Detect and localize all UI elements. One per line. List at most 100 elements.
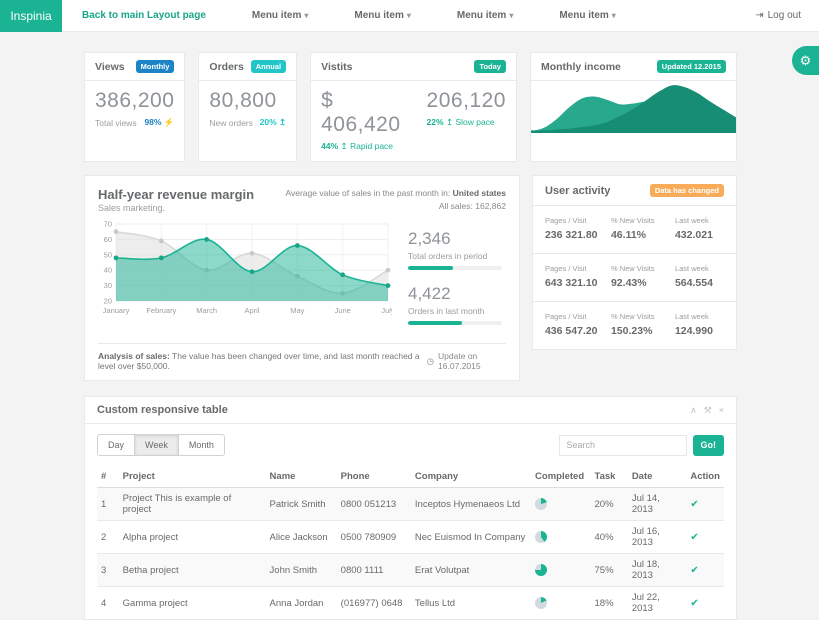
visits-left-delta: 44% ↥ Rapid pace — [321, 141, 400, 152]
visits-widget: Vistits Today $ 406,420 44% ↥ Rapid pace… — [310, 52, 517, 162]
cell-phone: 0800 1111 — [337, 554, 411, 587]
views-widget-header: Views Monthly — [85, 53, 184, 81]
bolt-icon: ⚡ — [164, 117, 175, 127]
all-sales-value: All sales: 162,862 — [439, 201, 506, 211]
search-input[interactable] — [559, 435, 687, 456]
view-switcher: Day Week Month — [97, 434, 225, 456]
new-visits-label: % New Visits — [611, 264, 675, 273]
back-to-layout-link[interactable]: Back to main Layout page — [82, 10, 206, 21]
last-week-value: 432.021 — [675, 229, 724, 241]
svg-text:March: March — [196, 306, 217, 315]
visits-right-delta: 22% ↥ Slow pace — [427, 117, 506, 128]
svg-text:April: April — [244, 306, 259, 315]
last-week-label: Last week — [675, 312, 724, 321]
wrench-icon[interactable]: ⚒ — [704, 405, 712, 416]
search-group: Go! — [559, 435, 725, 456]
check-icon[interactable]: ✔ — [690, 532, 698, 543]
completion-pie-icon — [535, 531, 547, 543]
svg-text:February: February — [146, 306, 176, 315]
svg-text:20: 20 — [104, 297, 112, 306]
views-label: Total views — [95, 118, 137, 128]
menu-item-3[interactable]: Menu item▾ — [457, 10, 513, 21]
pages-visit-value: 436 547.20 — [545, 325, 611, 337]
revenue-side-stats: 2,346 Total orders in period 4,422 Order… — [392, 219, 506, 339]
table-row: 3 Betha project John Smith 0800 1111 Era… — [97, 554, 724, 587]
last-week-value: 564.554 — [675, 277, 724, 289]
table-controls: Day Week Month Go! — [97, 434, 724, 456]
svg-text:May: May — [290, 306, 304, 315]
cell-project: Project This is example of project — [119, 488, 266, 521]
projects-table: # Project Name Phone Company Completed T… — [97, 466, 724, 619]
visits-title: Vistits — [321, 61, 352, 73]
orders-widget-body: 80,800 New orders 20% ↥ — [199, 81, 296, 137]
orders-badge: Annual — [251, 60, 286, 73]
orders-title: Orders — [209, 61, 243, 73]
views-value: 386,200 — [95, 89, 174, 113]
week-button[interactable]: Week — [134, 434, 179, 456]
income-widget-header: Monthly income Updated 12.2015 — [531, 53, 736, 81]
page-content: Views Monthly 386,200 Total views 98% ⚡ … — [0, 32, 819, 620]
cell-task: 40% — [591, 521, 628, 554]
clock-icon: ◷ — [427, 356, 434, 367]
update-timestamp: ◷Update on 16.07.2015 — [427, 351, 506, 371]
logout-button[interactable]: ⇥ Log out — [755, 10, 801, 21]
menu-item-2[interactable]: Menu item▾ — [354, 10, 410, 21]
collapse-icon[interactable]: ∧ — [690, 405, 697, 416]
cell-completed — [531, 488, 590, 521]
top-navbar: Inspinia Back to main Layout page Menu i… — [0, 0, 819, 32]
sign-out-icon: ⇥ — [755, 10, 763, 21]
last-week-value: 124.990 — [675, 325, 724, 337]
svg-text:50: 50 — [104, 250, 112, 259]
brand-logo[interactable]: Inspinia — [0, 0, 62, 32]
go-button[interactable]: Go! — [693, 435, 725, 456]
chevron-down-icon: ▾ — [407, 11, 411, 20]
level-up-icon: ↥ — [446, 117, 453, 127]
analysis-text: Analysis of sales: The value has been ch… — [98, 351, 427, 371]
cell-company: Erat Volutpat — [411, 554, 531, 587]
table-panel-header: Custom responsive table ∧ ⚒ × — [85, 397, 736, 424]
orders-in-period-label: Total orders in period — [408, 251, 502, 261]
menu-item-4[interactable]: Menu item▾ — [559, 10, 615, 21]
check-icon[interactable]: ✔ — [690, 499, 698, 510]
user-activity-title: User activity — [545, 185, 610, 197]
pages-visit-value: 236 321.80 — [545, 229, 611, 241]
svg-text:40: 40 — [104, 266, 112, 275]
cell-phone: (016977) 0648 — [337, 587, 411, 620]
orders-value: 80,800 — [209, 89, 286, 113]
menu-item-label: Menu item — [457, 10, 506, 21]
level-up-icon: ↥ — [279, 117, 286, 127]
check-icon[interactable]: ✔ — [690, 565, 698, 576]
user-activity-row: Pages / Visit236 321.80 % New Visits46.1… — [533, 206, 736, 254]
orders-last-month-value: 4,422 — [408, 284, 502, 304]
close-icon[interactable]: × — [719, 405, 724, 416]
menu-item-1[interactable]: Menu item▾ — [252, 10, 308, 21]
cell-date: Jul 22, 2013 — [628, 587, 687, 620]
revenue-note: Average value of sales in the past month… — [285, 187, 506, 213]
svg-text:January: January — [103, 306, 130, 315]
col-project: Project — [119, 466, 266, 488]
col-task: Task — [591, 466, 628, 488]
day-button[interactable]: Day — [97, 434, 135, 456]
completion-pie-icon — [535, 564, 547, 576]
visits-badge: Today — [474, 60, 506, 73]
views-widget-body: 386,200 Total views 98% ⚡ — [85, 81, 184, 137]
check-icon[interactable]: ✔ — [690, 598, 698, 609]
cell-project: Betha project — [119, 554, 266, 587]
visits-widget-header: Vistits Today — [311, 53, 516, 81]
table-panel-title: Custom responsive table — [97, 404, 228, 416]
theme-config-button[interactable]: ⚙ — [792, 46, 819, 75]
orders-delta: 20% ↥ — [260, 117, 287, 128]
cell-phone: 0800 051213 — [337, 488, 411, 521]
col-num: # — [97, 466, 119, 488]
visits-left-value: $ 406,420 — [321, 89, 400, 137]
cell-company: Nec Euismod In Company — [411, 521, 531, 554]
month-button[interactable]: Month — [178, 434, 225, 456]
new-visits-value: 46.11% — [611, 229, 675, 241]
last-week-label: Last week — [675, 216, 724, 225]
income-badge: Updated 12.2015 — [657, 60, 726, 73]
last-week-label: Last week — [675, 264, 724, 273]
menu-item-label: Menu item — [559, 10, 608, 21]
cell-date: Jul 14, 2013 — [628, 488, 687, 521]
visits-right-stat: 206,120 22% ↥ Slow pace — [427, 89, 506, 152]
svg-text:60: 60 — [104, 235, 112, 244]
